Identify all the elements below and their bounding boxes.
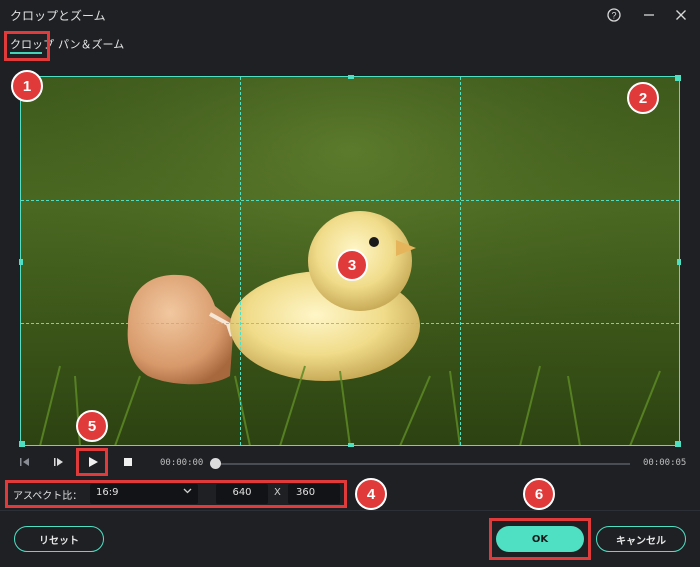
timeline-playhead[interactable] [210, 458, 221, 469]
tab-pan-zoom[interactable]: パン＆ズーム [58, 36, 124, 52]
annotation-badge: 3 [336, 249, 368, 281]
next-frame-icon[interactable] [50, 453, 68, 471]
help-icon[interactable]: ? [603, 4, 625, 26]
title-bar: クロップとズーム ? [0, 0, 700, 30]
stop-icon[interactable] [119, 453, 137, 471]
grid-line [240, 77, 241, 445]
cancel-button[interactable]: キャンセル [596, 526, 686, 552]
annotation-badge: 6 [523, 478, 555, 510]
grid-line [21, 323, 679, 324]
crop-handle[interactable] [19, 441, 25, 447]
tab-bar: クロップ パン＆ズーム [0, 30, 700, 60]
annotation-box [76, 448, 108, 476]
crop-handle[interactable] [348, 443, 354, 447]
crop-handle[interactable] [677, 259, 681, 265]
svg-text:?: ? [611, 11, 616, 21]
annotation-box [489, 518, 591, 560]
reset-button[interactable]: リセット [14, 526, 104, 552]
grid-line [460, 77, 461, 445]
footer-divider [0, 510, 700, 511]
window-title: クロップとズーム [10, 9, 106, 23]
annotation-box [4, 31, 50, 61]
timeline-track[interactable] [215, 463, 630, 465]
crop-handle[interactable] [348, 75, 354, 79]
total-time: 00:00:05 [643, 458, 687, 468]
annotation-badge: 2 [627, 82, 659, 114]
close-icon[interactable] [670, 4, 692, 26]
minimize-icon[interactable] [638, 4, 660, 26]
grid-line [21, 200, 679, 201]
crop-handle[interactable] [19, 259, 23, 265]
prev-frame-icon[interactable] [16, 453, 34, 471]
annotation-box [5, 480, 347, 508]
crop-handle[interactable] [675, 75, 681, 81]
current-time: 00:00:00 [160, 458, 204, 468]
annotation-badge: 5 [76, 410, 108, 442]
annotation-badge: 4 [355, 478, 387, 510]
annotation-badge: 1 [11, 70, 43, 102]
crop-handle[interactable] [675, 441, 681, 447]
